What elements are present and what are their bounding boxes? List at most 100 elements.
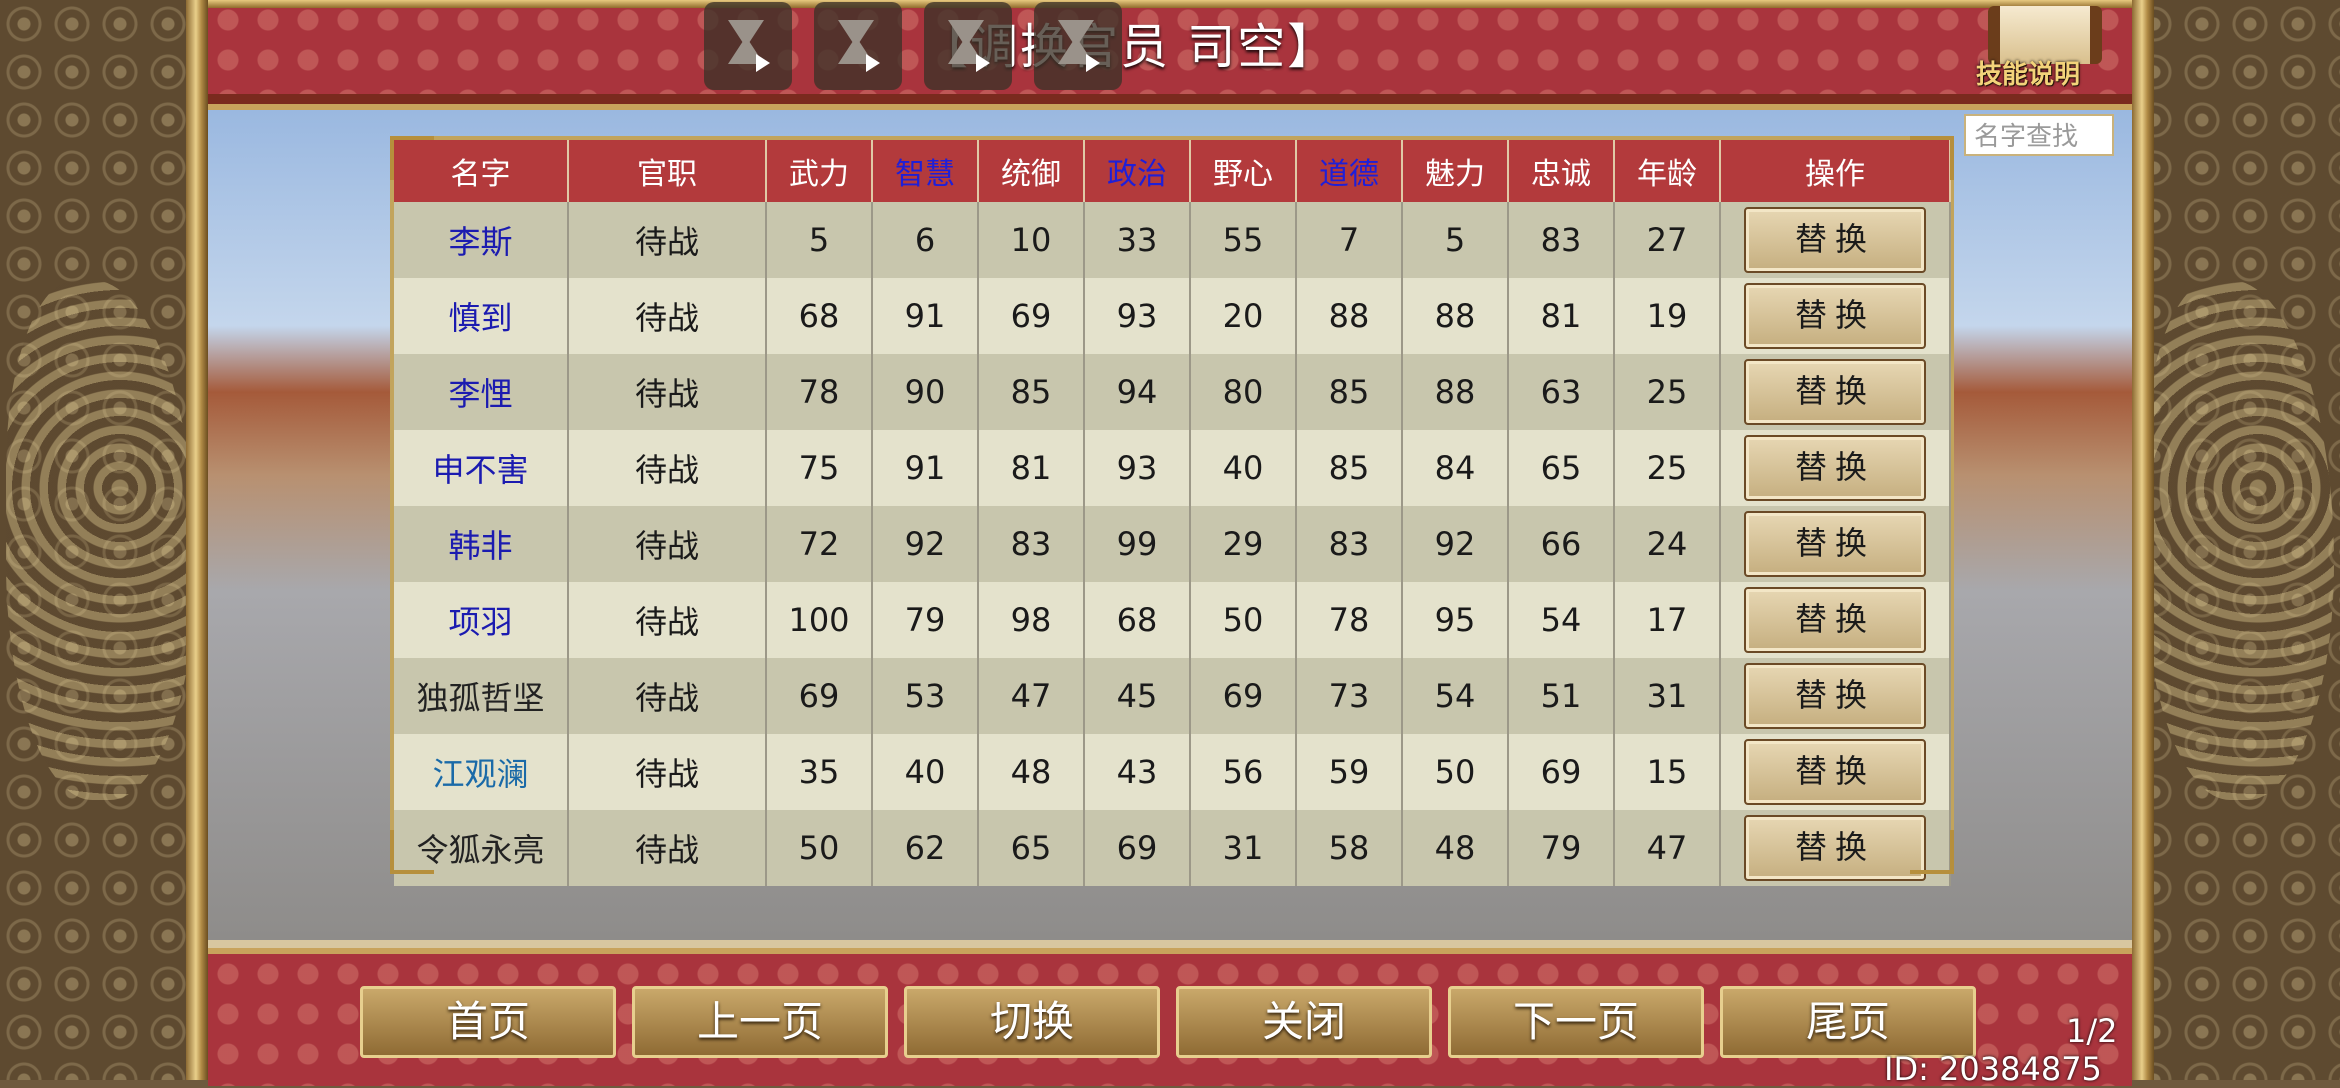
col-header-wuli[interactable]: 武力	[766, 140, 873, 202]
stat-wuli: 35	[766, 734, 873, 810]
stat-tongyu: 47	[978, 658, 1085, 734]
replace-button[interactable]: 替换	[1744, 359, 1926, 425]
official-name[interactable]: 李斯	[394, 202, 569, 278]
stat-daode: 85	[1296, 430, 1403, 506]
stat-meili: 92	[1402, 506, 1509, 582]
stat-meili: 50	[1402, 734, 1509, 810]
official-name[interactable]: 李悝	[394, 354, 569, 430]
stat-age: 25	[1614, 430, 1721, 506]
switch-button[interactable]: 切换	[904, 986, 1160, 1058]
replace-button[interactable]: 替换	[1744, 815, 1926, 881]
stat-wuli: 72	[766, 506, 873, 582]
stat-age: 25	[1614, 354, 1721, 430]
stat-age: 24	[1614, 506, 1721, 582]
action-cell: 替换	[1720, 354, 1951, 430]
last-page-button[interactable]: 尾页	[1720, 986, 1976, 1058]
page-indicator: 1/2	[2066, 1012, 2118, 1050]
stat-yexin: 80	[1190, 354, 1297, 430]
corner-ornament-icon	[390, 830, 434, 874]
stat-zhihui: 92	[872, 506, 979, 582]
prev-page-button[interactable]: 上一页	[632, 986, 888, 1058]
video-ad-button[interactable]	[704, 2, 792, 90]
official-name[interactable]: 申不害	[394, 430, 569, 506]
col-header-zhihui[interactable]: 智慧	[872, 140, 979, 202]
left-dragon-panel	[0, 0, 210, 1080]
next-page-button[interactable]: 下一页	[1448, 986, 1704, 1058]
official-post: 待战	[568, 582, 767, 658]
col-header-yexin[interactable]: 野心	[1190, 140, 1297, 202]
col-header-meili[interactable]: 魅力	[1402, 140, 1509, 202]
stat-tongyu: 69	[978, 278, 1085, 354]
stat-zhongcheng: 81	[1508, 278, 1615, 354]
action-cell: 替换	[1720, 202, 1951, 278]
col-header-zhengzhi[interactable]: 政治	[1084, 140, 1191, 202]
player-id: ID: 20384875	[1884, 1050, 2102, 1088]
play-icon	[1086, 54, 1100, 72]
table-row: 韩非 待战 72 92 83 99 29 83 92 66 24 替换	[394, 506, 1951, 582]
official-name[interactable]: 韩非	[394, 506, 569, 582]
stat-tongyu: 83	[978, 506, 1085, 582]
stat-age: 17	[1614, 582, 1721, 658]
stat-yexin: 31	[1190, 810, 1297, 886]
stat-meili: 48	[1402, 810, 1509, 886]
stat-yexin: 29	[1190, 506, 1297, 582]
stat-daode: 85	[1296, 354, 1403, 430]
close-button[interactable]: 关闭	[1176, 986, 1432, 1058]
col-header-age[interactable]: 年龄	[1614, 140, 1721, 202]
col-header-daode[interactable]: 道德	[1296, 140, 1403, 202]
replace-button[interactable]: 替换	[1744, 663, 1926, 729]
dragon-emblem-icon	[6, 280, 196, 800]
first-page-button[interactable]: 首页	[360, 986, 616, 1058]
stat-meili: 95	[1402, 582, 1509, 658]
skill-info-button[interactable]: 技能说明	[1968, 2, 2102, 92]
stat-meili: 88	[1402, 354, 1509, 430]
skill-info-label: 技能说明	[1975, 60, 2080, 90]
table-header-row: 名字 官职 武力 智慧 统御 政治 野心 道德 魅力 忠诚 年龄 操作	[394, 140, 1951, 202]
play-icon	[976, 54, 990, 72]
official-name[interactable]: 项羽	[394, 582, 569, 658]
stat-zhihui: 90	[872, 354, 979, 430]
replace-button[interactable]: 替换	[1744, 283, 1926, 349]
stat-zhongcheng: 65	[1508, 430, 1615, 506]
stat-tongyu: 10	[978, 202, 1085, 278]
name-search-input[interactable]: 名字查找	[1964, 114, 2114, 156]
stat-zhengzhi: 99	[1084, 506, 1191, 582]
stat-daode: 88	[1296, 278, 1403, 354]
col-header-zhongcheng[interactable]: 忠诚	[1508, 140, 1615, 202]
col-header-post[interactable]: 官职	[568, 140, 767, 202]
col-header-tongyu[interactable]: 统御	[978, 140, 1085, 202]
corner-ornament-icon	[390, 136, 434, 180]
action-cell: 替换	[1720, 278, 1951, 354]
official-name[interactable]: 江观澜	[394, 734, 569, 810]
action-cell: 替换	[1720, 734, 1951, 810]
replace-button[interactable]: 替换	[1744, 739, 1926, 805]
replace-button[interactable]: 替换	[1744, 207, 1926, 273]
stat-wuli: 69	[766, 658, 873, 734]
replace-button[interactable]: 替换	[1744, 587, 1926, 653]
stat-zhongcheng: 51	[1508, 658, 1615, 734]
replace-button[interactable]: 替换	[1744, 511, 1926, 577]
official-post: 待战	[568, 734, 767, 810]
video-ad-button[interactable]	[814, 2, 902, 90]
official-name[interactable]: 慎到	[394, 278, 569, 354]
stat-yexin: 55	[1190, 202, 1297, 278]
stat-daode: 59	[1296, 734, 1403, 810]
stat-zhengzhi: 93	[1084, 278, 1191, 354]
video-ad-button[interactable]	[1034, 2, 1122, 90]
official-post: 待战	[568, 658, 767, 734]
stat-zhongcheng: 69	[1508, 734, 1615, 810]
stat-age: 47	[1614, 810, 1721, 886]
official-name[interactable]: 独孤哲坚	[394, 658, 569, 734]
table-row: 令狐永亮 待战 50 62 65 69 31 58 48 79 47 替换	[394, 810, 1951, 886]
stat-wuli: 68	[766, 278, 873, 354]
stat-yexin: 20	[1190, 278, 1297, 354]
stat-zhengzhi: 69	[1084, 810, 1191, 886]
replace-button[interactable]: 替换	[1744, 435, 1926, 501]
official-post: 待战	[568, 278, 767, 354]
video-ad-button[interactable]	[924, 2, 1012, 90]
action-cell: 替换	[1720, 430, 1951, 506]
stat-zhengzhi: 93	[1084, 430, 1191, 506]
stat-wuli: 50	[766, 810, 873, 886]
table-row: 项羽 待战 100 79 98 68 50 78 95 54 17 替换	[394, 582, 1951, 658]
stat-wuli: 78	[766, 354, 873, 430]
